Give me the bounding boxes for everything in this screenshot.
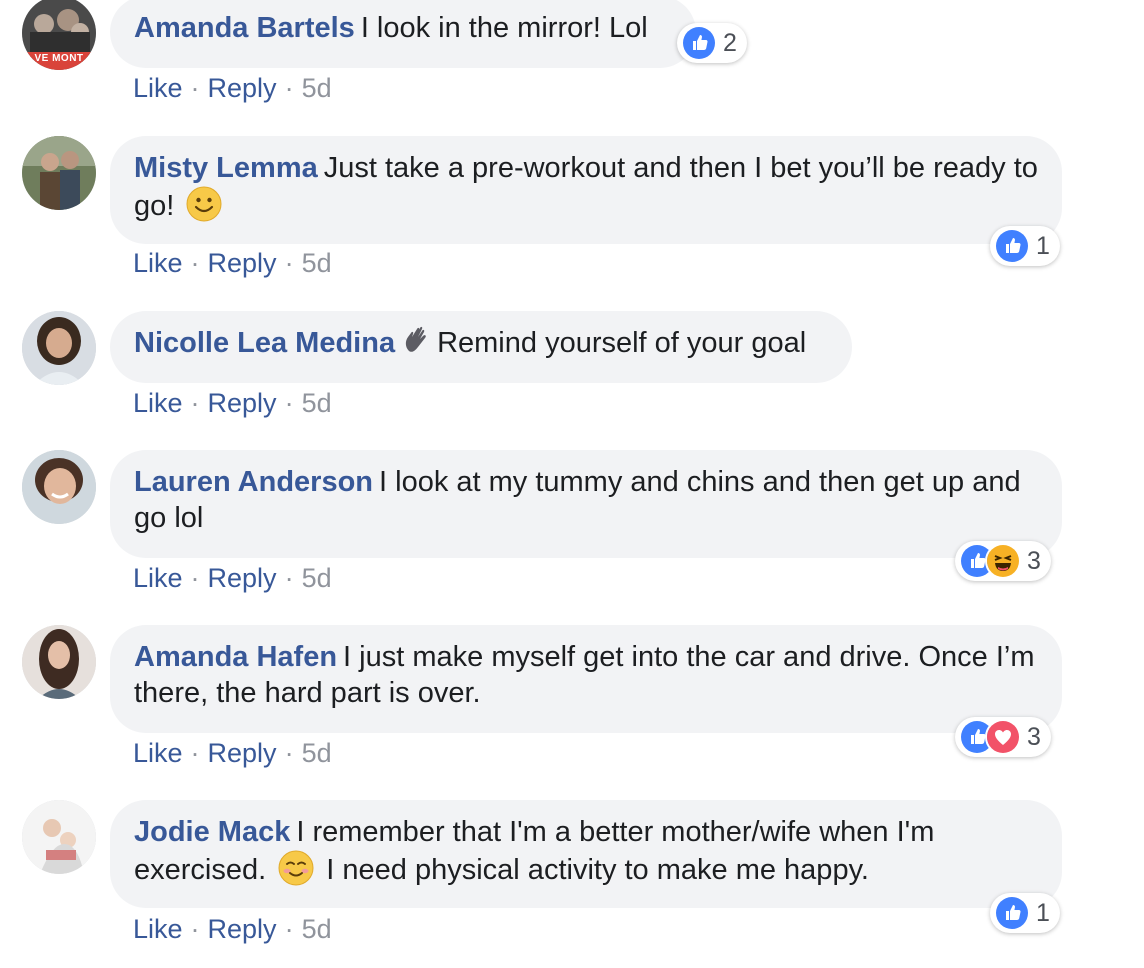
comment-actions: Like · Reply · 5d [133, 72, 332, 104]
reply-link[interactable]: Reply [208, 73, 277, 103]
reaction-count: 3 [1027, 546, 1041, 575]
reaction-count: 1 [1036, 898, 1050, 927]
reaction-count: 1 [1036, 231, 1050, 260]
comment-bubble: Amanda Bartels I look in the mirror! Lol [110, 0, 696, 68]
comment-text-continued: I need physical activity to make me happ… [326, 854, 869, 886]
separator-dot: · [284, 914, 294, 944]
avatar[interactable] [22, 625, 96, 699]
reaction-summary[interactable]: 1 [990, 226, 1060, 266]
comment-bubble: Amanda Hafen I just make myself get into … [110, 625, 1062, 733]
avatar-image [22, 311, 96, 385]
blush-emoji [278, 850, 314, 886]
separator-dot: · [190, 738, 200, 768]
comment-author[interactable]: Amanda Bartels [134, 12, 355, 44]
comment-bubble: Jodie Mack I remember that I'm a better m… [110, 800, 1062, 908]
comment-timestamp[interactable]: 5d [302, 73, 332, 103]
comment-bubble: Lauren Anderson I look at my tummy and ch… [110, 450, 1062, 558]
like-link[interactable]: Like [133, 563, 183, 593]
separator-dot: · [284, 248, 294, 278]
separator-dot: · [284, 73, 294, 103]
like-icon [994, 895, 1030, 931]
avatar[interactable] [22, 450, 96, 524]
like-link[interactable]: Like [133, 388, 183, 418]
avatar[interactable] [22, 311, 96, 385]
avatar[interactable] [22, 800, 96, 874]
comment-timestamp[interactable]: 5d [302, 738, 332, 768]
reaction-summary[interactable]: 3 [955, 717, 1051, 757]
avatar[interactable]: VE MONT [22, 0, 96, 70]
smile-emoji [186, 186, 222, 222]
separator-dot: · [284, 738, 294, 768]
comment-timestamp[interactable]: 5d [302, 563, 332, 593]
avatar-image [22, 800, 96, 874]
comment-actions: Like · Reply · 5d [133, 913, 332, 945]
comment-timestamp[interactable]: 5d [302, 388, 332, 418]
comment-bubble: Nicolle Lea Medina Remind yourself of you… [110, 311, 852, 383]
separator-dot: · [284, 563, 294, 593]
reply-link[interactable]: Reply [208, 914, 277, 944]
separator-dot: · [190, 914, 200, 944]
avatar-badge-text: VE MONT [34, 53, 84, 64]
avatar-image [22, 136, 96, 210]
comment-bubble: Misty Lemma Just take a pre-workout and t… [110, 136, 1062, 244]
comment-author[interactable]: Amanda Hafen [134, 641, 337, 673]
separator-dot: · [190, 73, 200, 103]
like-icon [994, 228, 1030, 264]
avatar-image [22, 450, 96, 524]
love-icon [985, 719, 1021, 755]
like-link[interactable]: Like [133, 738, 183, 768]
separator-dot: · [190, 248, 200, 278]
reaction-summary[interactable]: 3 [955, 541, 1051, 581]
comment-actions: Like · Reply · 5d [133, 562, 332, 594]
comment-author[interactable]: Lauren Anderson [134, 466, 373, 498]
avatar[interactable] [22, 136, 96, 210]
comment-timestamp[interactable]: 5d [302, 914, 332, 944]
reply-link[interactable]: Reply [208, 563, 277, 593]
comment-author[interactable]: Jodie Mack [134, 816, 290, 848]
comment-text: Remind yourself of your goal [437, 327, 807, 359]
like-link[interactable]: Like [133, 248, 183, 278]
comment-actions: Like · Reply · 5d [133, 737, 332, 769]
haha-icon [985, 543, 1021, 579]
comment-author[interactable]: Misty Lemma [134, 152, 318, 184]
reply-link[interactable]: Reply [208, 388, 277, 418]
separator-dot: · [190, 563, 200, 593]
separator-dot: · [190, 388, 200, 418]
reaction-count: 2 [723, 28, 737, 57]
waving-hand-icon [401, 325, 431, 355]
comment-actions: Like · Reply · 5d [133, 387, 332, 419]
reply-link[interactable]: Reply [208, 248, 277, 278]
reaction-count: 3 [1027, 722, 1041, 751]
like-link[interactable]: Like [133, 73, 183, 103]
comment-actions: Like · Reply · 5d [133, 247, 332, 279]
reaction-summary[interactable]: 2 [677, 23, 747, 63]
comment-text: I look in the mirror! Lol [360, 12, 648, 44]
avatar-image [22, 625, 96, 699]
like-icon [681, 25, 717, 61]
comment-author[interactable]: Nicolle Lea Medina [134, 327, 395, 359]
like-link[interactable]: Like [133, 914, 183, 944]
separator-dot: · [284, 388, 294, 418]
reaction-summary[interactable]: 1 [990, 893, 1060, 933]
reply-link[interactable]: Reply [208, 738, 277, 768]
comment-timestamp[interactable]: 5d [302, 248, 332, 278]
